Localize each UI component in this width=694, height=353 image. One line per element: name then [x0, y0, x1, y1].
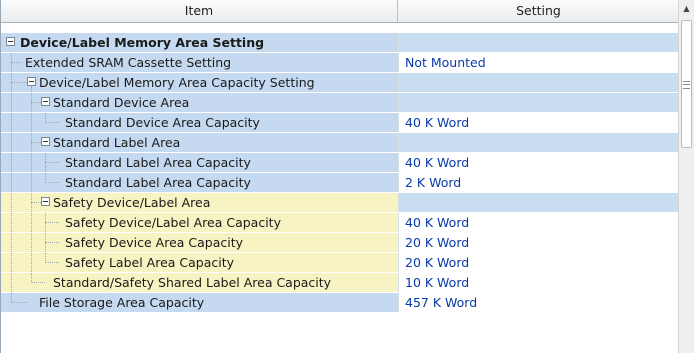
- row-setting: [398, 93, 679, 112]
- row-label: Safety Label Area Capacity: [65, 255, 235, 270]
- row-setting[interactable]: 2 K Word: [398, 173, 679, 192]
- row-setting: [398, 133, 679, 152]
- tree-row-safety-device-label-area[interactable]: Safety Device/Label Area: [1, 193, 679, 213]
- row-setting[interactable]: 20 K Word: [398, 253, 679, 272]
- collapse-toggle-icon[interactable]: [41, 197, 50, 206]
- row-setting[interactable]: 40 K Word: [398, 113, 679, 132]
- tree-row-safety-device-area-capacity[interactable]: Safety Device Area Capacity 20 K Word: [1, 233, 679, 253]
- row-setting[interactable]: 40 K Word: [398, 213, 679, 232]
- row-label: Extended SRAM Cassette Setting: [25, 55, 232, 70]
- row-setting: [398, 73, 679, 92]
- tree-row-capacity-setting[interactable]: Device/Label Memory Area Capacity Settin…: [1, 73, 679, 93]
- row-label: Safety Device/Label Area: [53, 195, 211, 210]
- tree-row-standard-label-area-capacity-1[interactable]: Standard Label Area Capacity 40 K Word: [1, 153, 679, 173]
- tree-row-standard-label-area[interactable]: Standard Label Area: [1, 133, 679, 153]
- collapse-toggle-icon[interactable]: [41, 97, 50, 106]
- row-label: Standard Device Area Capacity: [65, 115, 260, 130]
- row-setting[interactable]: 40 K Word: [398, 153, 679, 172]
- tree-row-file-storage-area-capacity[interactable]: File Storage Area Capacity 457 K Word: [1, 293, 679, 313]
- row-label: Standard Label Area Capacity: [65, 155, 251, 170]
- row-label: Safety Device Area Capacity: [65, 235, 244, 250]
- row-setting: [398, 193, 679, 212]
- settings-tree-grid: Item Setting Device/Label Memory Area Se…: [0, 0, 679, 353]
- row-label: Standard Label Area: [53, 135, 181, 150]
- tree-row-standard-device-area-capacity[interactable]: Standard Device Area Capacity 40 K Word: [1, 113, 679, 133]
- tree-row-standard-label-area-capacity-2[interactable]: Standard Label Area Capacity 2 K Word: [1, 173, 679, 193]
- row-label: Device/Label Memory Area Capacity Settin…: [39, 75, 315, 90]
- collapse-toggle-icon[interactable]: [6, 37, 15, 46]
- row-label: Standard/Safety Shared Label Area Capaci…: [53, 275, 332, 290]
- grid-header: Item Setting: [1, 0, 679, 23]
- row-setting[interactable]: Not Mounted: [398, 53, 679, 72]
- collapse-toggle-icon[interactable]: [41, 137, 50, 146]
- scroll-up-arrow-icon[interactable]: ▲: [679, 0, 694, 17]
- tree-row-standard-device-area[interactable]: Standard Device Area: [1, 93, 679, 113]
- row-setting: [398, 33, 679, 52]
- vertical-scrollbar[interactable]: ▲: [678, 0, 694, 353]
- row-label: Standard Device Area: [53, 95, 190, 110]
- column-header-setting[interactable]: Setting: [398, 0, 679, 22]
- collapse-toggle-icon[interactable]: [27, 77, 36, 86]
- grip-icon: [683, 81, 690, 89]
- scrollbar-thumb[interactable]: [681, 20, 692, 148]
- tree-row-device-label-memory-area-setting[interactable]: Device/Label Memory Area Setting: [1, 33, 679, 53]
- column-header-item[interactable]: Item: [1, 0, 398, 22]
- row-setting[interactable]: 20 K Word: [398, 233, 679, 252]
- row-setting[interactable]: 457 K Word: [398, 293, 679, 312]
- tree-row-shared-label-area-capacity[interactable]: Standard/Safety Shared Label Area Capaci…: [1, 273, 679, 293]
- tree-row-safety-label-area-capacity[interactable]: Safety Label Area Capacity 20 K Word: [1, 253, 679, 273]
- row-label: File Storage Area Capacity: [39, 295, 205, 310]
- tree-row-extended-sram-cassette-setting[interactable]: Extended SRAM Cassette Setting Not Mount…: [1, 53, 679, 73]
- tree-row-safety-device-label-area-capacity[interactable]: Safety Device/Label Area Capacity 40 K W…: [1, 213, 679, 233]
- row-setting[interactable]: 10 K Word: [398, 273, 679, 292]
- row-label: Standard Label Area Capacity: [65, 175, 251, 190]
- row-label: Device/Label Memory Area Setting: [20, 35, 265, 50]
- row-label: Safety Device/Label Area Capacity: [65, 215, 281, 230]
